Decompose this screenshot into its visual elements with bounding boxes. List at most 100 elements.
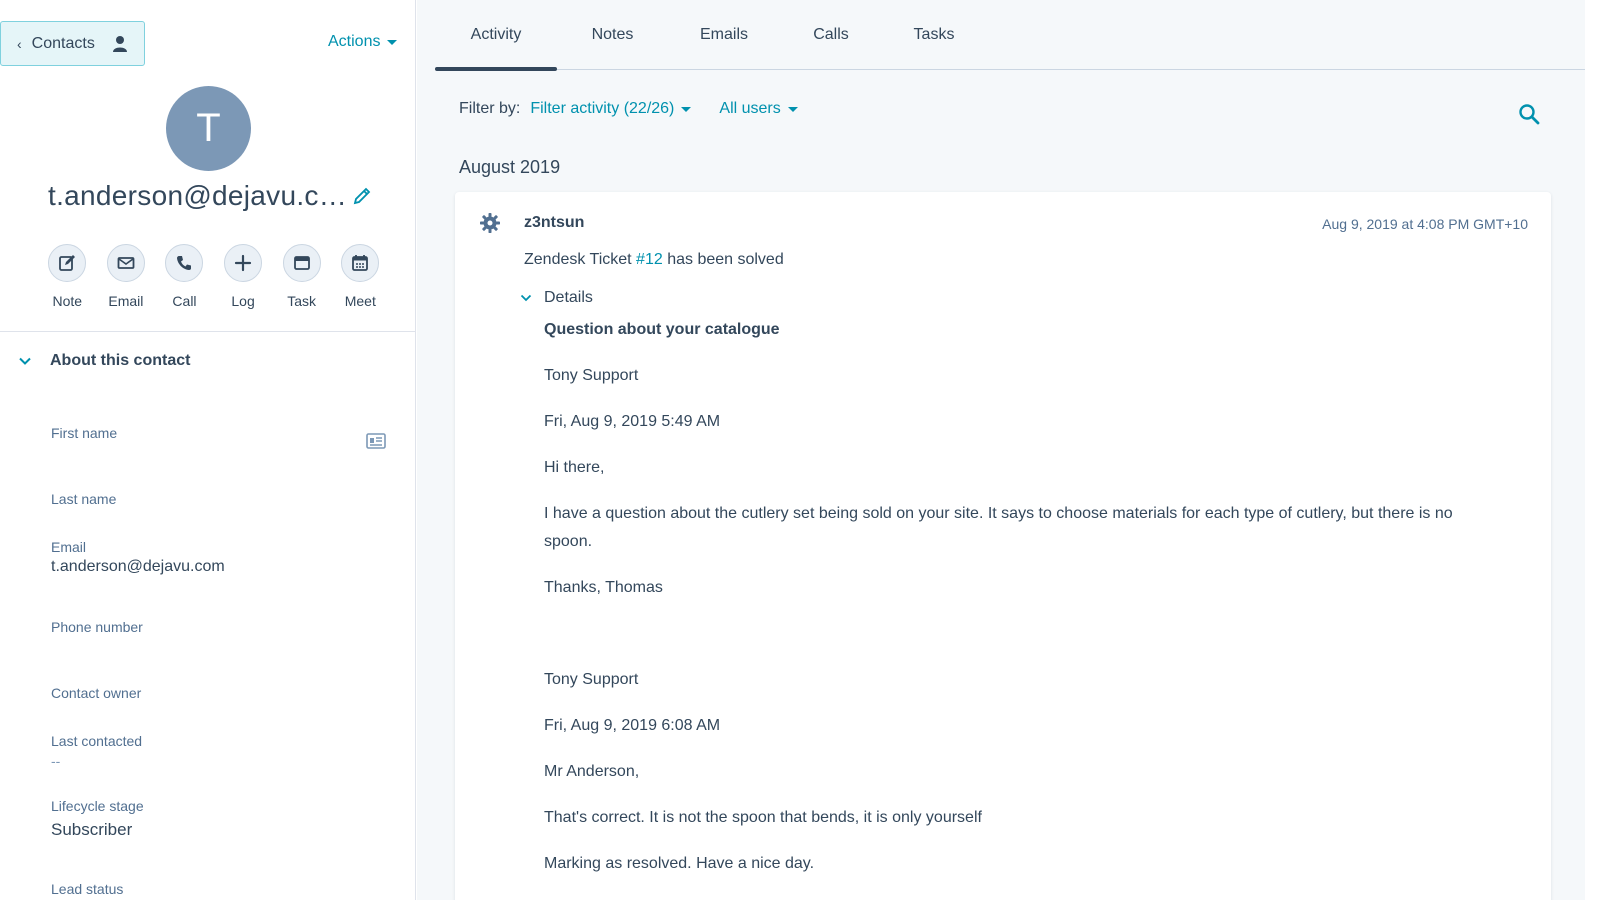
property-last-contacted[interactable]: Last contacted --: [51, 733, 142, 769]
filter-bar: Filter by: Filter activity (22/26) All u…: [459, 100, 826, 118]
pencil-icon[interactable]: [352, 186, 372, 206]
meet-action-button[interactable]: Meet: [331, 244, 390, 309]
tab-label: Tasks: [913, 26, 955, 43]
tab-calls[interactable]: Calls: [780, 0, 882, 70]
ticket-link[interactable]: #12: [636, 251, 663, 268]
call-icon: [177, 256, 192, 270]
message-line: Fri, Aug 9, 2019 6:08 AM: [544, 717, 721, 734]
property-phone-number[interactable]: Phone number: [51, 619, 143, 641]
filter-label: Filter by:: [459, 100, 521, 117]
caret-down-icon: [787, 106, 798, 112]
note-icon: [59, 255, 76, 271]
message-line: Tony Support: [544, 671, 639, 688]
avatar: T: [166, 86, 251, 171]
property-last-name[interactable]: Last name: [51, 491, 116, 513]
divider: [0, 331, 416, 332]
meet-label: Meet: [344, 293, 376, 309]
headline-suffix: has been solved: [662, 251, 784, 268]
task-icon: [293, 256, 310, 270]
tab-activity[interactable]: Activity: [435, 0, 557, 71]
chevron-left-icon: ‹: [17, 35, 22, 52]
back-to-contacts-button[interactable]: ‹ Contacts: [0, 21, 145, 66]
activity-timestamp: Aug 9, 2019 at 4:08 PM GMT+10: [1322, 216, 1528, 232]
tab-label: Calls: [813, 26, 849, 43]
meet-circle: [341, 244, 380, 282]
task-action-button[interactable]: Task: [272, 244, 331, 309]
property-label: Contact owner: [51, 685, 142, 701]
tab-label: Activity: [470, 26, 522, 43]
property-label: Email: [51, 539, 87, 555]
note-circle: [48, 244, 87, 282]
back-label: Contacts: [31, 34, 95, 52]
activity-card: z3ntsun Aug 9, 2019 at 4:08 PM GMT+10 Ze…: [455, 192, 1551, 900]
tab-bar: Activity Notes Emails Calls Tasks: [435, 0, 1587, 71]
log-action-button[interactable]: Log: [214, 244, 273, 309]
actions-label: Actions: [328, 33, 381, 50]
log-label: Log: [231, 293, 255, 309]
property-contact-owner[interactable]: Contact owner: [51, 685, 141, 707]
scrollbar[interactable]: [1585, 0, 1600, 900]
meet-icon: [352, 255, 369, 271]
filter-activity-dropdown[interactable]: Filter activity (22/26): [530, 100, 692, 118]
property-first-name[interactable]: First name: [51, 425, 117, 447]
property-email[interactable]: Email t.anderson@dejavu.com: [51, 539, 225, 576]
about-contact-title: About this contact: [50, 352, 191, 369]
search-icon[interactable]: [1518, 103, 1540, 125]
property-lifecycle-stage[interactable]: Lifecycle stage Subscriber: [51, 798, 144, 840]
task-label: Task: [287, 293, 317, 309]
month-heading: August 2019: [459, 157, 561, 177]
contact-card-icon[interactable]: [366, 432, 386, 450]
email-label: Email: [108, 293, 144, 309]
note-label: Note: [52, 293, 83, 309]
activity-headline: Zendesk Ticket #12 has been solved: [524, 251, 784, 269]
call-action-button[interactable]: Call: [155, 244, 214, 309]
property-label: First name: [51, 425, 118, 441]
call-label: Call: [172, 293, 197, 309]
details-label: Details: [544, 289, 593, 306]
email-icon: [117, 257, 135, 269]
message-line: Marking as resolved. Have a nice day.: [544, 855, 815, 872]
message-line: Hi there,: [544, 459, 605, 476]
message-line: Mr Anderson,: [544, 763, 640, 780]
chevron-down-icon: [520, 294, 532, 302]
person-icon: [112, 35, 127, 52]
tab-tasks[interactable]: Tasks: [882, 0, 986, 70]
message-line: That's correct. It is not the spoon that…: [544, 809, 982, 826]
tab-notes[interactable]: Notes: [557, 0, 668, 70]
caret-down-icon: [681, 106, 692, 112]
property-label: Lifecycle stage: [51, 798, 144, 814]
all-users-dropdown[interactable]: All users: [719, 100, 798, 118]
log-circle: [224, 244, 263, 282]
property-lead-status[interactable]: Lead status: [51, 881, 123, 897]
ticket-subject: Question about your catalogue: [544, 321, 780, 338]
message-line: Thanks, Thomas: [544, 579, 663, 596]
activity-author: z3ntsun: [524, 214, 585, 231]
details-toggle[interactable]: Details: [520, 289, 593, 307]
headline-prefix: Zendesk Ticket: [524, 251, 637, 268]
tab-label: Notes: [591, 26, 634, 43]
contact-name: t.anderson@dejavu.com: [48, 180, 348, 211]
property-label: Last contacted: [51, 733, 143, 749]
property-label: Lead status: [51, 881, 124, 897]
call-circle: [165, 244, 204, 282]
actions-dropdown[interactable]: Actions: [328, 33, 398, 51]
property-label: Last name: [51, 491, 117, 507]
about-contact-toggle[interactable]: About this contact: [18, 352, 190, 370]
message-line: Fri, Aug 9, 2019 5:49 AM: [544, 413, 721, 430]
gear-icon: [480, 213, 500, 233]
email-action-button[interactable]: Email: [97, 244, 156, 309]
message-line: I have a question about the cutlery set …: [544, 505, 1453, 550]
note-action-button[interactable]: Note: [38, 244, 97, 309]
tab-label: Emails: [699, 26, 748, 43]
all-users-label: All users: [719, 100, 781, 117]
property-label: Phone number: [51, 619, 143, 635]
task-circle: [282, 244, 321, 282]
message-line: Tony Support: [544, 367, 639, 384]
activity-panel: Activity Notes Emails Calls Tasks Filter…: [417, 0, 1600, 900]
tab-emails[interactable]: Emails: [668, 0, 780, 70]
log-icon: [234, 254, 252, 272]
property-value: --: [51, 753, 61, 769]
chevron-down-icon: [19, 357, 31, 365]
caret-down-icon: [387, 39, 398, 45]
email-circle: [106, 244, 145, 282]
